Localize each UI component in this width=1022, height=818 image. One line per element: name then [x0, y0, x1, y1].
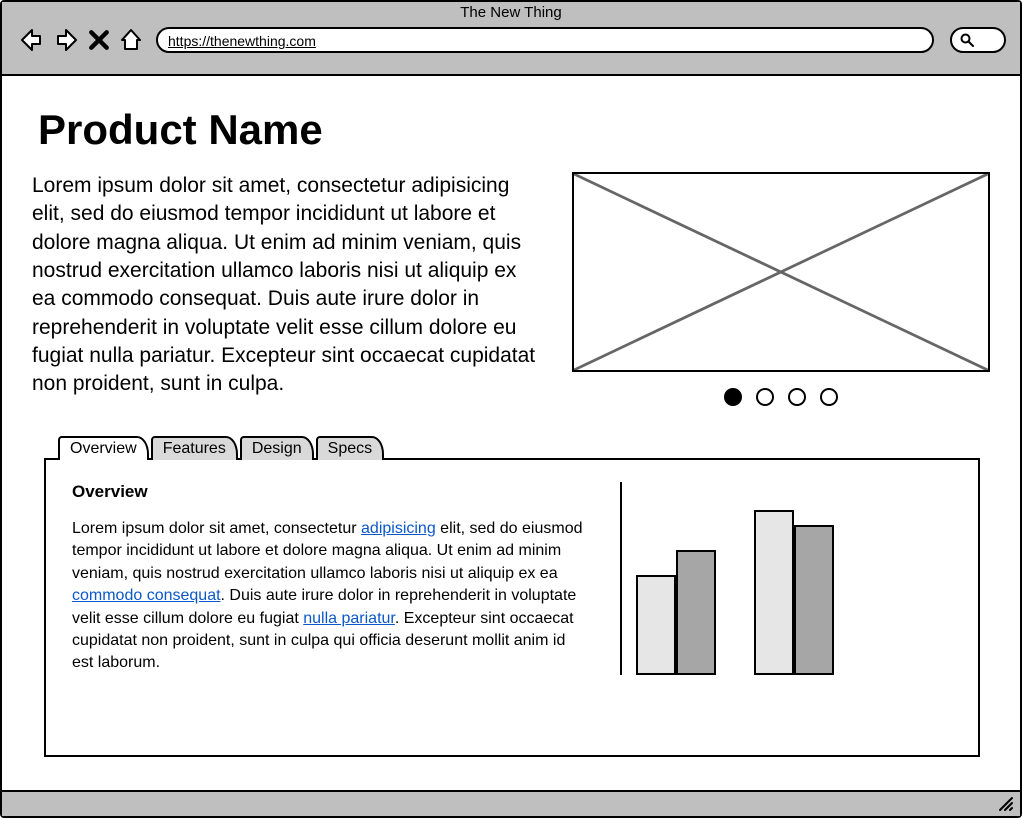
carousel-dot-0[interactable] [724, 388, 742, 406]
window-title: The New Thing [2, 4, 1020, 21]
bar-1-0 [754, 510, 794, 675]
tab-design[interactable]: Design [240, 436, 314, 460]
carousel-image-placeholder[interactable] [572, 172, 990, 372]
status-bar [2, 790, 1020, 816]
bar-0-0 [636, 575, 676, 675]
product-description: Lorem ipsum dolor sit amet, consectetur … [32, 172, 542, 406]
link-commodo-consequat[interactable]: commodo consequat [72, 587, 221, 604]
bar-0-1 [676, 550, 716, 675]
url-input[interactable]: https://thenewthing.com [156, 27, 934, 53]
stop-button[interactable] [88, 26, 110, 54]
home-button[interactable] [116, 26, 146, 54]
carousel-dot-1[interactable] [756, 388, 774, 406]
tab-features[interactable]: Features [151, 436, 238, 460]
browser-titlebar: The New Thing https://thenewthing.com [2, 2, 1020, 76]
product-carousel [572, 172, 990, 406]
bar-1-1 [794, 525, 834, 675]
tab-panel-overview: Overview Lorem ipsum dolor sit amet, con… [44, 458, 980, 757]
search-icon [960, 33, 974, 47]
search-button[interactable] [950, 27, 1006, 53]
link-adipisicing[interactable]: adipisicing [361, 520, 436, 537]
tab-specs[interactable]: Specs [316, 436, 384, 460]
carousel-dot-2[interactable] [788, 388, 806, 406]
panel-body: Lorem ipsum dolor sit amet, consectetur … [72, 518, 590, 675]
overview-chart [620, 482, 952, 675]
back-button[interactable] [16, 26, 46, 54]
resize-grip-icon[interactable] [998, 796, 1014, 812]
carousel-dot-3[interactable] [820, 388, 838, 406]
panel-heading: Overview [72, 482, 590, 502]
bar-group-1 [754, 510, 834, 675]
bar-group-0 [636, 550, 716, 675]
carousel-pager [572, 388, 990, 406]
link-nulla-pariatur[interactable]: nulla pariatur [303, 610, 395, 627]
page-title: Product Name [38, 106, 990, 154]
forward-button[interactable] [52, 26, 82, 54]
tab-overview[interactable]: Overview [58, 436, 149, 460]
